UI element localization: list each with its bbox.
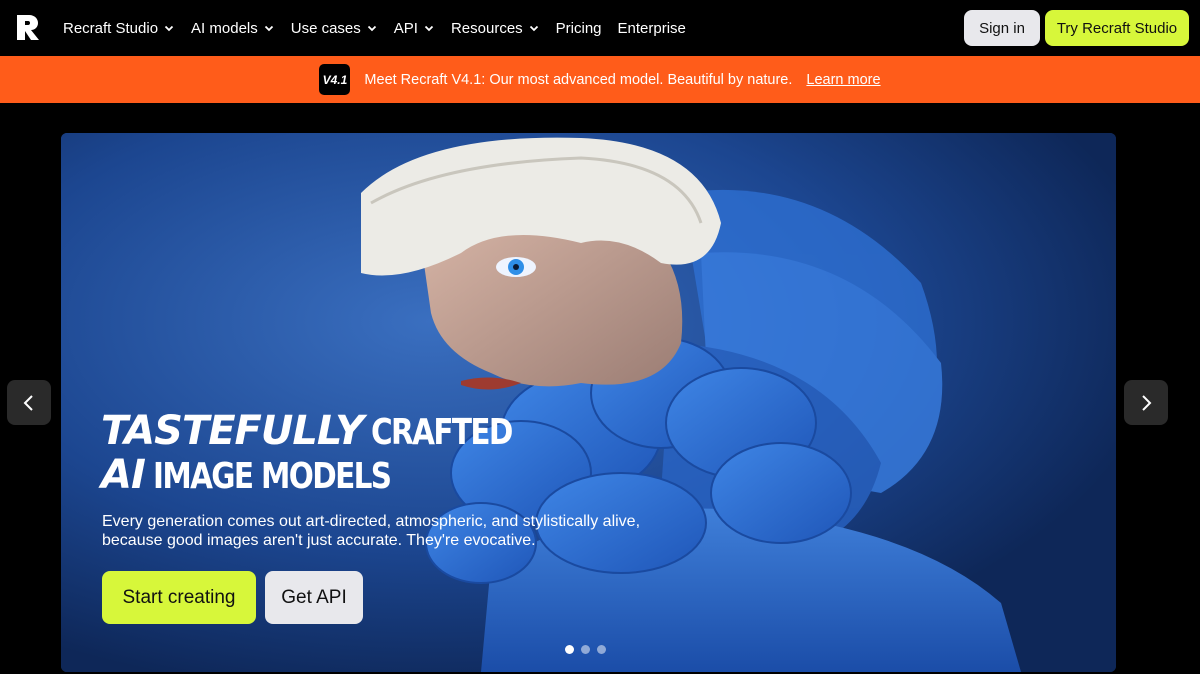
carousel-dot-1[interactable]: [565, 645, 574, 654]
sign-in-button[interactable]: Sign in: [964, 10, 1040, 46]
recraft-logo-icon[interactable]: [14, 12, 42, 42]
hero-title-word-2: CRAFTED: [371, 412, 513, 453]
carousel-next-button[interactable]: [1124, 380, 1168, 425]
hero-title-word-4: IMAGE MODELS: [152, 456, 392, 497]
banner-text: Meet Recraft V4.1: Our most advanced mod…: [364, 71, 793, 88]
nav-recraft-studio[interactable]: Recraft Studio: [63, 20, 175, 37]
nav-api[interactable]: API: [394, 20, 435, 37]
hero-title: TASTEFULLY CRAFTED AI IMAGE MODELS: [101, 411, 543, 495]
nav-label: Recraft Studio: [63, 19, 159, 37]
get-api-button[interactable]: Get API: [265, 571, 363, 624]
chevron-down-icon: [367, 25, 376, 32]
nav-pricing[interactable]: Pricing: [556, 20, 602, 37]
learn-more-link[interactable]: Learn more: [806, 72, 880, 88]
hero-subtitle: Every generation comes out art-directed,…: [102, 513, 641, 549]
hero-title-word-1: TASTEFULLY: [101, 408, 364, 454]
chevron-down-icon: [164, 25, 174, 32]
version-badge: V4.1: [319, 64, 351, 95]
try-recraft-studio-button[interactable]: Try Recraft Studio: [1045, 10, 1189, 46]
nav-ai-models[interactable]: AI models: [191, 20, 275, 37]
hero-title-word-3: AI: [101, 452, 146, 498]
nav-enterprise[interactable]: Enterprise: [618, 20, 686, 37]
nav-label: API: [393, 19, 418, 37]
start-creating-button[interactable]: Start creating: [102, 571, 256, 624]
chevron-down-icon: [424, 25, 434, 32]
top-navigation: Recraft Studio AI models Use cases API R…: [0, 0, 1200, 56]
nav-label: Use cases: [290, 19, 361, 37]
carousel-dot-3[interactable]: [597, 645, 606, 654]
chevron-down-icon: [529, 25, 538, 32]
main-menu: Recraft Studio AI models Use cases API R…: [63, 0, 702, 56]
nav-use-cases[interactable]: Use cases: [291, 20, 378, 37]
carousel-dot-2[interactable]: [581, 645, 590, 654]
nav-label: Resources: [450, 19, 523, 37]
chevron-right-icon: [1142, 394, 1152, 411]
chevron-down-icon: [264, 25, 273, 32]
nav-label: Enterprise: [617, 19, 686, 37]
nav-resources[interactable]: Resources: [451, 20, 540, 37]
carousel-prev-button[interactable]: [7, 380, 51, 425]
nav-label: Pricing: [555, 19, 602, 37]
chevron-left-icon: [23, 394, 33, 411]
hero-carousel: TASTEFULLY CRAFTED AI IMAGE MODELS Every…: [61, 133, 1116, 672]
nav-label: AI models: [191, 19, 258, 37]
carousel-dots: [565, 645, 606, 654]
announcement-banner: V4.1 Meet Recraft V4.1: Our most advance…: [0, 56, 1200, 103]
